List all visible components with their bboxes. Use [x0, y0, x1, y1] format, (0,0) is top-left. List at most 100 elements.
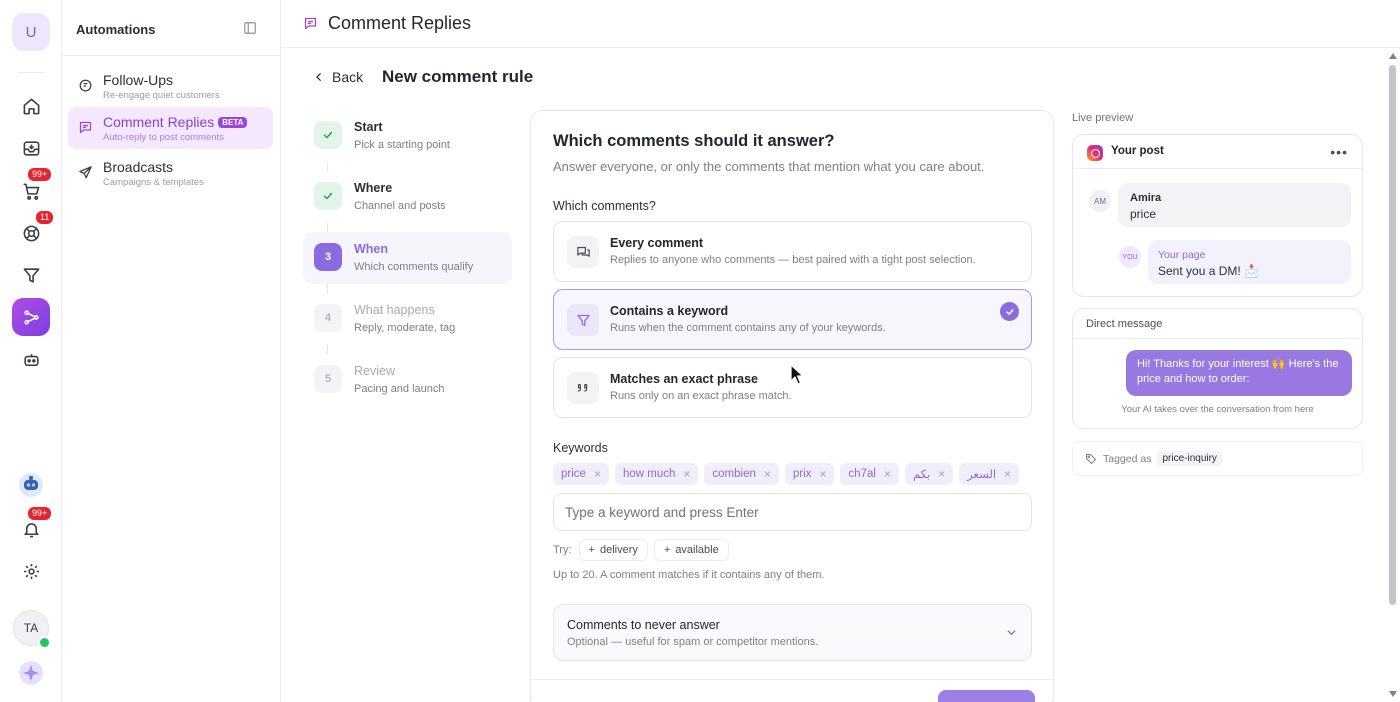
step-what-happens[interactable]: 4 What happens Reply, moderate, tag	[303, 293, 512, 345]
comment-bubble: Amira price	[1118, 183, 1351, 227]
nav-item-follow-ups[interactable]: Follow-Ups Re-engage quiet customers	[68, 65, 273, 107]
step-start[interactable]: Start Pick a starting point	[303, 110, 512, 162]
post-title: Your post	[1111, 145, 1164, 157]
automations-icon[interactable]	[12, 298, 50, 336]
keyword-chip[interactable]: price ×	[553, 463, 609, 485]
suggestion-label: available	[675, 544, 719, 556]
step-connector	[327, 345, 328, 354]
sparkle-icon[interactable]	[16, 658, 46, 688]
check-icon	[314, 182, 342, 210]
chip-label: ch7al	[848, 468, 876, 480]
nav-item-broadcasts[interactable]: Broadcasts Campaigns & templates	[68, 152, 273, 194]
scroll-down-icon[interactable]	[1389, 691, 1397, 697]
dm-preview-header: Direct message	[1073, 309, 1362, 339]
suggestion-available[interactable]: + available	[653, 539, 729, 561]
robot-assistant-icon[interactable]	[16, 470, 46, 500]
step-where[interactable]: Where Channel and posts	[303, 171, 512, 223]
funnel-icon[interactable]	[16, 260, 46, 290]
keyword-input[interactable]	[553, 493, 1032, 531]
reply-bubble: Your page Sent you a DM! 📩	[1148, 240, 1351, 284]
option-sub: Replies to anyone who comments — best pa…	[610, 254, 976, 266]
automations-nav: Automations Follow-Ups Re-engage quiet c…	[62, 0, 281, 702]
icon-rail: U 99+ 11 99+ TA	[0, 0, 62, 702]
suggestion-delivery[interactable]: + delivery	[578, 539, 648, 561]
remove-icon[interactable]: ×	[683, 467, 690, 481]
dm-title: Direct message	[1086, 318, 1163, 330]
post-preview-card: Your post ••• AM Amira price YOU Your pa…	[1072, 134, 1363, 297]
keyword-chip[interactable]: prix ×	[784, 463, 835, 485]
instagram-icon	[1087, 145, 1103, 161]
dm-bubble: Hi! Thanks for your interest 🙌 Here's th…	[1126, 350, 1352, 396]
page-avatar: YOU	[1119, 246, 1141, 268]
which-comments-label: Which comments?	[553, 199, 656, 213]
remove-icon[interactable]: ×	[764, 467, 771, 481]
remove-icon[interactable]: ×	[594, 467, 601, 481]
keyword-suggestions: Try: + delivery + available	[553, 539, 729, 561]
keyword-chip[interactable]: بكم ×	[904, 463, 954, 485]
remove-icon[interactable]: ×	[1004, 467, 1011, 481]
step-number: 3	[314, 243, 342, 271]
more-options-icon[interactable]: •••	[1330, 144, 1348, 160]
scroll-thumb[interactable]	[1389, 65, 1396, 605]
chip-label: بكم	[912, 469, 931, 481]
tag-value: price-inquiry	[1157, 451, 1222, 466]
step-review[interactable]: 5 Review Pacing and launch	[303, 354, 512, 406]
reply-text: Sent you a DM! 📩	[1158, 264, 1259, 278]
support-badge: 11	[35, 210, 55, 225]
gear-icon[interactable]	[16, 556, 46, 586]
option-title: Every comment	[610, 236, 704, 250]
tagged-as-row: Tagged as price-inquiry	[1072, 441, 1363, 476]
try-label: Try:	[553, 544, 572, 556]
ai-agent-icon[interactable]	[16, 345, 46, 375]
step-connector	[327, 162, 328, 171]
workspace-avatar[interactable]: U	[12, 13, 50, 51]
home-icon[interactable]	[16, 91, 46, 121]
step-sub: Reply, moderate, tag	[354, 322, 456, 334]
comment-text: price	[1130, 207, 1157, 221]
step-label: Review	[354, 364, 395, 378]
nav-item-label: Follow-Ups	[103, 72, 174, 88]
selected-check-icon	[1000, 302, 1019, 321]
step-when[interactable]: 3 When Which comments qualify	[303, 232, 512, 284]
keyword-chip[interactable]: how much ×	[614, 463, 699, 485]
keyword-chip[interactable]: السعر ×	[959, 463, 1020, 485]
comments-icon	[567, 236, 599, 268]
back-button[interactable]: Back	[314, 69, 363, 85]
remove-icon[interactable]: ×	[819, 467, 826, 481]
option-sub: Runs when the comment contains any of yo…	[610, 322, 886, 334]
keyword-chip[interactable]: combien ×	[704, 463, 779, 485]
page-title: Comment Replies	[328, 13, 472, 33]
page-scrollbar[interactable]	[1386, 48, 1400, 702]
inbox-icon[interactable]	[16, 133, 46, 163]
check-icon	[314, 121, 342, 149]
collapse-sidebar-icon[interactable]	[243, 21, 257, 35]
option-contains-keyword[interactable]: Contains a keyword Runs when the comment…	[553, 289, 1032, 350]
step-number: 4	[314, 304, 342, 332]
follow-up-icon	[78, 78, 93, 93]
remove-icon[interactable]: ×	[938, 467, 945, 481]
rail-divider	[18, 72, 44, 73]
tag-icon	[1085, 453, 1097, 465]
continue-button[interactable]	[938, 690, 1035, 702]
keyword-chip[interactable]: ch7al ×	[840, 463, 899, 485]
option-every-comment[interactable]: Every comment Replies to anyone who comm…	[553, 221, 1032, 282]
back-label: Back	[332, 69, 364, 85]
step-connector	[327, 223, 328, 232]
post-preview-header: Your post •••	[1073, 135, 1362, 169]
mouse-cursor-icon	[790, 364, 804, 385]
nav-item-label-text: Comment Replies	[103, 114, 215, 130]
step-label: When	[354, 242, 389, 256]
remove-icon[interactable]: ×	[884, 467, 891, 481]
nav-item-sub: Auto-reply to post comments	[103, 132, 224, 143]
cart-badge: 99+	[27, 167, 53, 182]
never-answer-accordion[interactable]: Comments to never answer Optional — usef…	[553, 604, 1032, 661]
never-answer-sub: Optional — useful for spam or competitor…	[567, 636, 819, 648]
nav-item-comment-replies[interactable]: Comment Replies BETA Auto-reply to post c…	[68, 107, 273, 149]
scroll-up-icon[interactable]	[1389, 53, 1397, 59]
dm-preview-card: Direct message Hi! Thanks for your inter…	[1072, 308, 1363, 429]
step-sub: Which comments qualify	[354, 261, 474, 273]
step-label: What happens	[354, 303, 435, 317]
card-footer-divider	[531, 679, 1053, 680]
nav-item-label: Broadcasts	[103, 159, 174, 175]
tagged-label: Tagged as	[1103, 452, 1152, 465]
